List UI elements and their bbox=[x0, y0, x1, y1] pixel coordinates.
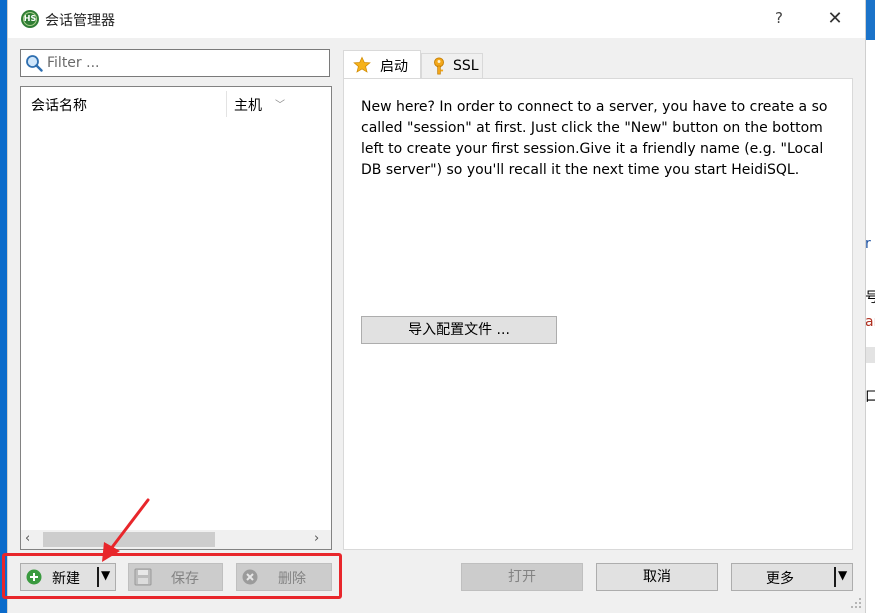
tab-start-label: 启动 bbox=[380, 59, 408, 75]
cancel-button[interactable]: 取消 bbox=[596, 563, 718, 591]
chevron-down-icon: ﹀ bbox=[275, 100, 285, 111]
background-app-header bbox=[865, 0, 875, 40]
more-button[interactable]: 更多 ▼ bbox=[731, 563, 853, 591]
help-button[interactable]: ? bbox=[769, 9, 789, 27]
close-button[interactable]: ✕ bbox=[823, 7, 847, 31]
column-header-host[interactable]: 主机 bbox=[234, 95, 262, 115]
window-title: 会话管理器 bbox=[45, 13, 115, 29]
background-left-edge bbox=[0, 0, 8, 613]
open-button[interactable]: 打开 bbox=[461, 563, 583, 591]
heidisql-icon: HS bbox=[21, 10, 39, 28]
background-text-1: r bbox=[865, 236, 871, 252]
chevron-right-icon[interactable]: › bbox=[314, 531, 319, 546]
import-settings-button[interactable]: 导入配置文件 ... bbox=[361, 316, 557, 344]
intro-text: New here? In order to connect to a serve… bbox=[361, 99, 828, 178]
horizontal-scrollbar[interactable]: ‹ › bbox=[21, 530, 331, 549]
star-icon bbox=[353, 56, 371, 73]
search-icon bbox=[26, 55, 43, 72]
filter-input[interactable] bbox=[47, 53, 317, 73]
annotation-arrow-icon bbox=[102, 498, 150, 562]
filter-box[interactable] bbox=[20, 49, 330, 77]
column-header-session-name[interactable]: 会话名称 bbox=[31, 95, 87, 115]
background-app: r 号 an 口 bbox=[865, 0, 875, 613]
background-text-3: an bbox=[865, 314, 875, 330]
column-separator[interactable] bbox=[226, 91, 227, 117]
chevron-left-icon[interactable]: ‹ bbox=[25, 531, 30, 546]
tab-ssl-label: SSL bbox=[453, 58, 479, 74]
tab-start[interactable]: 启动 bbox=[343, 50, 421, 80]
title-bar: HS 会话管理器 ? ✕ bbox=[8, 0, 865, 38]
split-divider bbox=[834, 567, 836, 587]
tab-ssl[interactable]: SSL bbox=[421, 53, 483, 79]
session-list[interactable]: 会话名称 主机 ﹀ ‹ › bbox=[20, 86, 332, 550]
key-icon bbox=[434, 57, 444, 75]
more-button-label: 更多 bbox=[766, 571, 794, 587]
session-list-header: 会话名称 主机 ﹀ bbox=[21, 87, 331, 119]
dropdown-arrow-icon[interactable]: ▼ bbox=[838, 568, 847, 582]
background-band bbox=[865, 347, 875, 363]
annotation-highlight-box bbox=[2, 553, 342, 599]
resize-grip-icon[interactable] bbox=[850, 597, 862, 609]
background-text-4: 口 bbox=[865, 389, 875, 405]
background-text-2: 号 bbox=[865, 290, 875, 306]
